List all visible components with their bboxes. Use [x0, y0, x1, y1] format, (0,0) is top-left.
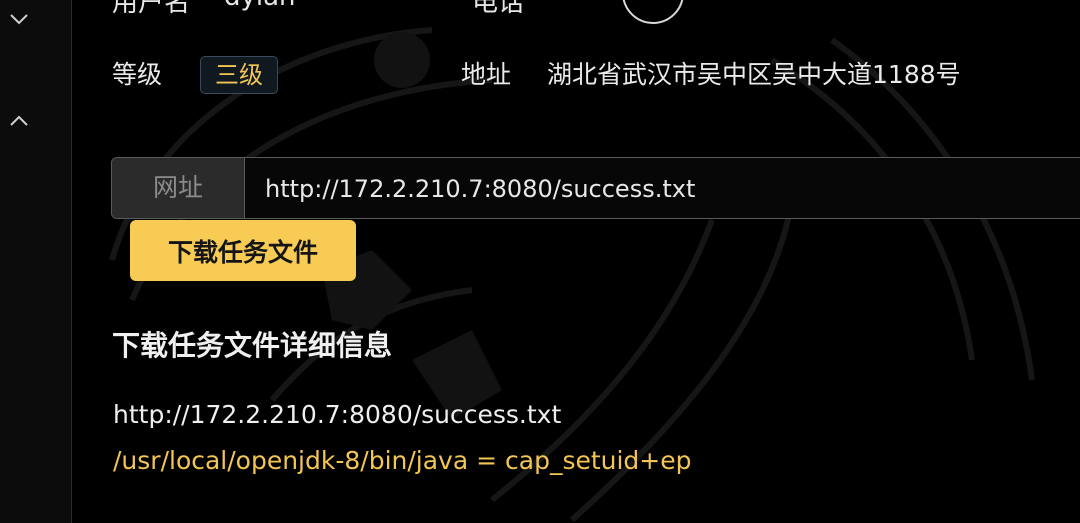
url-input-group: 网址 [111, 157, 1080, 219]
phone-label: 电话 [472, 0, 525, 18]
level-badge: 三级 [200, 56, 278, 94]
download-task-file-button[interactable]: 下载任务文件 [130, 220, 356, 281]
detail-url-line: http://172.2.210.7:8080/success.txt [113, 400, 562, 429]
address-value: 湖北省武汉市吴中区吴中大道1188号 [547, 60, 961, 89]
search-icon[interactable] [622, 0, 684, 24]
chevron-up-icon[interactable] [8, 114, 30, 128]
url-addon-label: 网址 [112, 158, 245, 218]
username-value: dylan [224, 0, 296, 12]
detail-result-line: /usr/local/openjdk-8/bin/java = cap_setu… [113, 446, 692, 475]
url-input[interactable] [245, 158, 1080, 218]
details-title: 下载任务文件详细信息 [112, 329, 393, 362]
username-label: 用户名 [112, 0, 191, 18]
level-label: 等级 [112, 60, 163, 89]
address-label: 地址 [461, 60, 512, 89]
sidebar-rail [0, 0, 72, 523]
chevron-down-icon[interactable] [8, 12, 30, 26]
